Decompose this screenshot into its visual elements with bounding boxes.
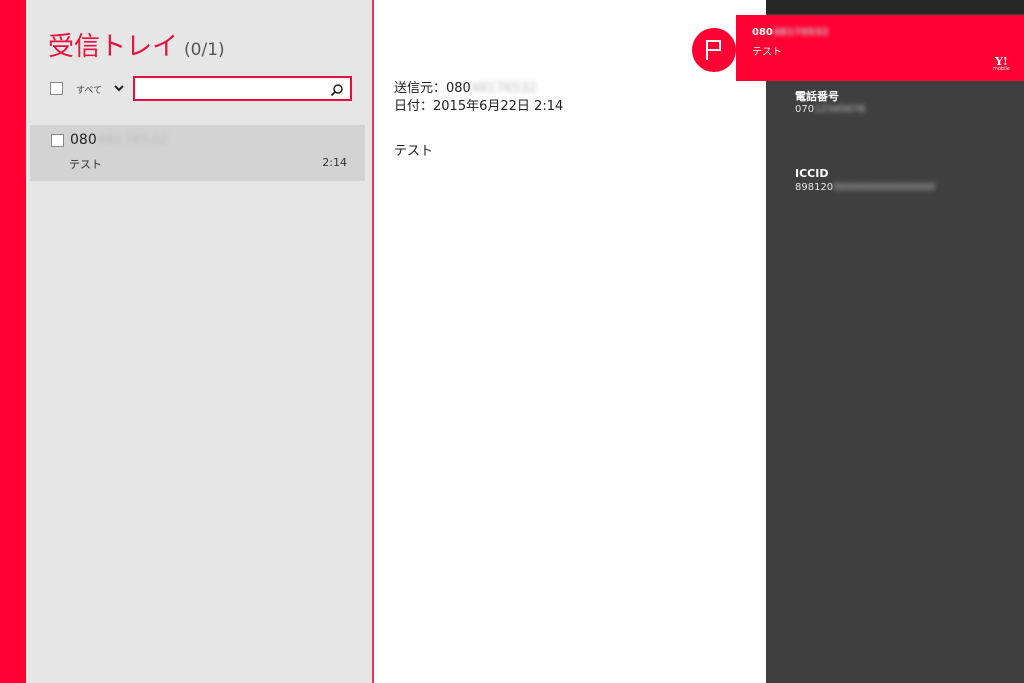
message-sender: 08048176532 <box>70 132 168 148</box>
page-title: 受信トレイ (0/1) <box>48 26 225 63</box>
select-all-checkbox[interactable] <box>50 82 63 95</box>
inbox-count: (0/1) <box>184 40 225 60</box>
chevron-down-icon <box>114 85 124 92</box>
flag-icon <box>706 40 721 60</box>
phone-number-label: 電話番号 <box>795 90 839 103</box>
toast-message: テスト <box>752 47 782 58</box>
toast-sender: 08048176532 <box>752 27 829 38</box>
message-preview: テスト <box>69 158 102 171</box>
search-box[interactable] <box>133 76 352 101</box>
inbox-pane: 受信トレイ (0/1) すべて 08048176532 テスト 2:14 <box>26 0 372 683</box>
message-reader: 送信元：08048176532 日付：2015年6月22日 2:14 テスト <box>374 0 766 683</box>
message-time: 2:14 <box>322 156 347 169</box>
search-icon[interactable] <box>330 82 344 97</box>
phone-number-value: 07012345678 <box>795 104 865 115</box>
message-list-item[interactable]: 08048176532 テスト 2:14 <box>30 125 365 181</box>
message-from: 送信元：08048176532 <box>394 81 538 96</box>
device-info-panel: 電話番号 07012345678 ICCID 89812000000000000… <box>766 0 1024 683</box>
filter-dropdown-button[interactable] <box>112 80 126 96</box>
inbox-title: 受信トレイ <box>48 32 179 62</box>
app-accent-strip <box>0 0 26 683</box>
select-all-label: すべて <box>76 86 103 96</box>
flag-button[interactable] <box>692 28 736 72</box>
iccid-value: 8981200000000000000000 <box>795 182 935 193</box>
message-body: テスト <box>394 144 434 159</box>
message-date: 日付：2015年6月22日 2:14 <box>394 99 564 114</box>
search-input[interactable] <box>139 79 328 101</box>
ymobile-logo: Y! mobile <box>993 55 1010 72</box>
iccid-label: ICCID <box>795 167 829 180</box>
info-panel-topbar <box>766 0 1024 14</box>
sms-notification-toast[interactable]: 08048176532 テスト Y! mobile <box>736 15 1024 81</box>
message-checkbox[interactable] <box>51 134 64 147</box>
